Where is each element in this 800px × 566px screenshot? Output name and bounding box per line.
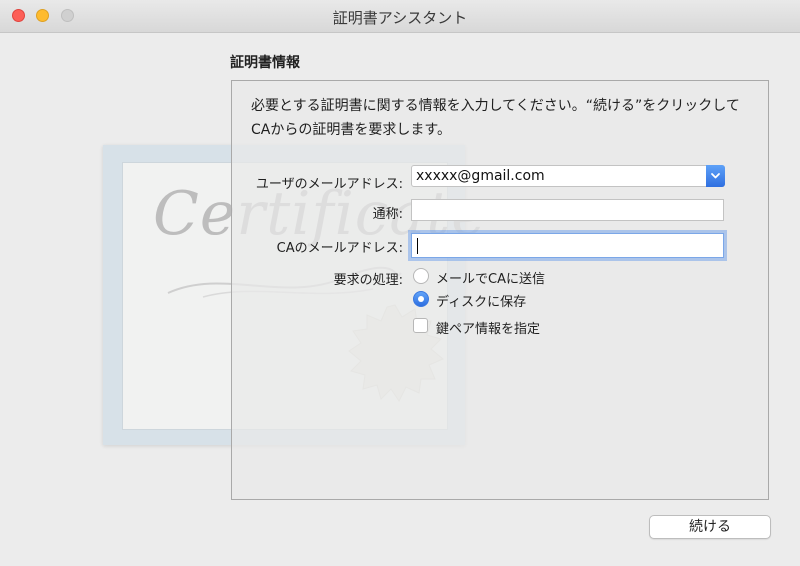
radio-save-disk[interactable] — [413, 291, 429, 307]
ca-email-field[interactable] — [411, 233, 724, 258]
combo-dropdown-button[interactable] — [706, 165, 725, 187]
description-text: 必要とする証明書に関する情報を入力してください。“続ける”をクリックしてCAから… — [251, 98, 740, 138]
chevron-updown-icon — [711, 173, 720, 179]
radio-save-disk-label[interactable]: ディスクに保存 — [436, 291, 526, 310]
common-name-field[interactable] — [411, 199, 724, 221]
radio-email-ca[interactable] — [413, 268, 429, 284]
section-title: 証明書情報 — [230, 55, 300, 71]
request-label: 要求の処理: — [333, 273, 403, 288]
continue-button[interactable]: 続ける — [649, 515, 771, 539]
window-titlebar: 証明書アシスタント — [0, 0, 800, 33]
common-name-label: 通称: — [372, 207, 403, 222]
key-pair-checkbox-label[interactable]: 鍵ペア情報を指定 — [436, 318, 540, 337]
user-email-value: xxxxx@gmail.com — [416, 168, 545, 184]
window-title: 証明書アシスタント — [332, 9, 468, 27]
radio-email-ca-label[interactable]: メールでCAに送信 — [436, 268, 545, 287]
user-email-label: ユーザのメールアドレス: — [255, 177, 403, 192]
user-email-combobox[interactable]: xxxxx@gmail.com — [411, 165, 725, 187]
text-caret — [417, 238, 418, 254]
radio-selected-dot — [418, 296, 424, 302]
form-panel — [231, 80, 769, 500]
key-pair-checkbox[interactable] — [413, 318, 428, 333]
ca-email-label: CAのメールアドレス: — [276, 241, 403, 256]
